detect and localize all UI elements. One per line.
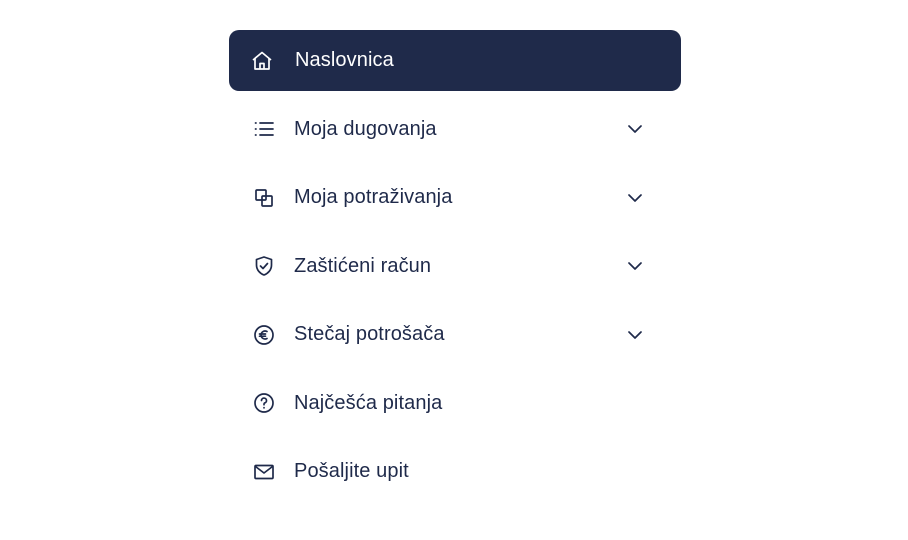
question-icon <box>251 390 277 416</box>
menu-item-posaljite-upit[interactable]: Pošaljite upit <box>229 441 681 502</box>
list-icon <box>251 116 277 142</box>
menu-item-label: Moja dugovanja <box>294 117 437 140</box>
menu-item-label: Stečaj potrošača <box>294 323 445 345</box>
menu-item-label: Moja potraživanja <box>294 186 453 208</box>
menu-item-moja-potrazivanja[interactable]: Moja potraživanja <box>229 167 681 228</box>
menu-item-label: Najčešća pitanja <box>294 391 443 414</box>
chevron-down-icon[interactable] <box>625 256 645 276</box>
menu-item-label: Naslovnica <box>295 49 394 71</box>
chevron-down-icon[interactable] <box>625 188 645 208</box>
chevron-down-icon[interactable] <box>625 119 645 139</box>
menu-item-moja-dugovanja[interactable]: Moja dugovanja <box>229 99 681 160</box>
menu-item-label: Zaštićeni račun <box>294 254 432 277</box>
menu-item-najcesca-pitanja[interactable]: Najčešća pitanja <box>229 373 681 434</box>
copy-icon <box>251 185 277 211</box>
menu-item-label: Pošaljite upit <box>294 460 409 482</box>
chevron-down-icon[interactable] <box>625 325 645 345</box>
menu-item-naslovnica[interactable]: Naslovnica <box>229 30 681 91</box>
euro-icon <box>251 322 277 348</box>
home-icon <box>249 48 275 74</box>
menu-item-stecaj-potrosaca[interactable]: Stečaj potrošača <box>229 304 681 365</box>
sidebar-menu: Naslovnica Moja dugovanja Moja potraživa… <box>229 30 681 502</box>
shield-check-icon <box>251 253 277 279</box>
mail-icon <box>251 459 277 485</box>
menu-item-zasticeni-racun[interactable]: Zaštićeni račun <box>229 236 681 297</box>
